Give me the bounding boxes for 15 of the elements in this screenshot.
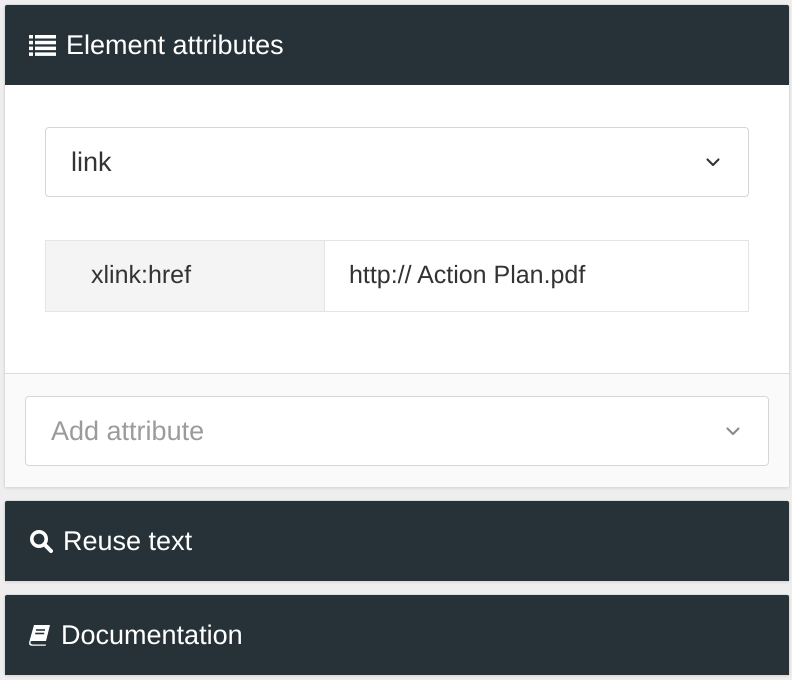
panel-header[interactable]: Documentation: [5, 595, 789, 675]
element-select[interactable]: link: [45, 127, 749, 197]
panel-header[interactable]: Reuse text: [5, 501, 789, 581]
chevron-down-icon: [726, 427, 740, 436]
panel-title: Reuse text: [63, 524, 192, 558]
chevron-down-icon: [706, 158, 720, 167]
add-attribute-select[interactable]: Add attribute: [25, 396, 769, 466]
panel-header[interactable]: Element attributes: [5, 5, 789, 85]
attribute-value-field[interactable]: http:// Action Plan.pdf: [325, 240, 749, 312]
list-icon: [29, 34, 56, 56]
book-icon: [29, 624, 51, 646]
panel-title: Element attributes: [66, 28, 284, 62]
search-icon: [29, 529, 53, 553]
attribute-name-cell: xlink:href: [45, 240, 325, 312]
panel-title: Documentation: [61, 618, 243, 652]
